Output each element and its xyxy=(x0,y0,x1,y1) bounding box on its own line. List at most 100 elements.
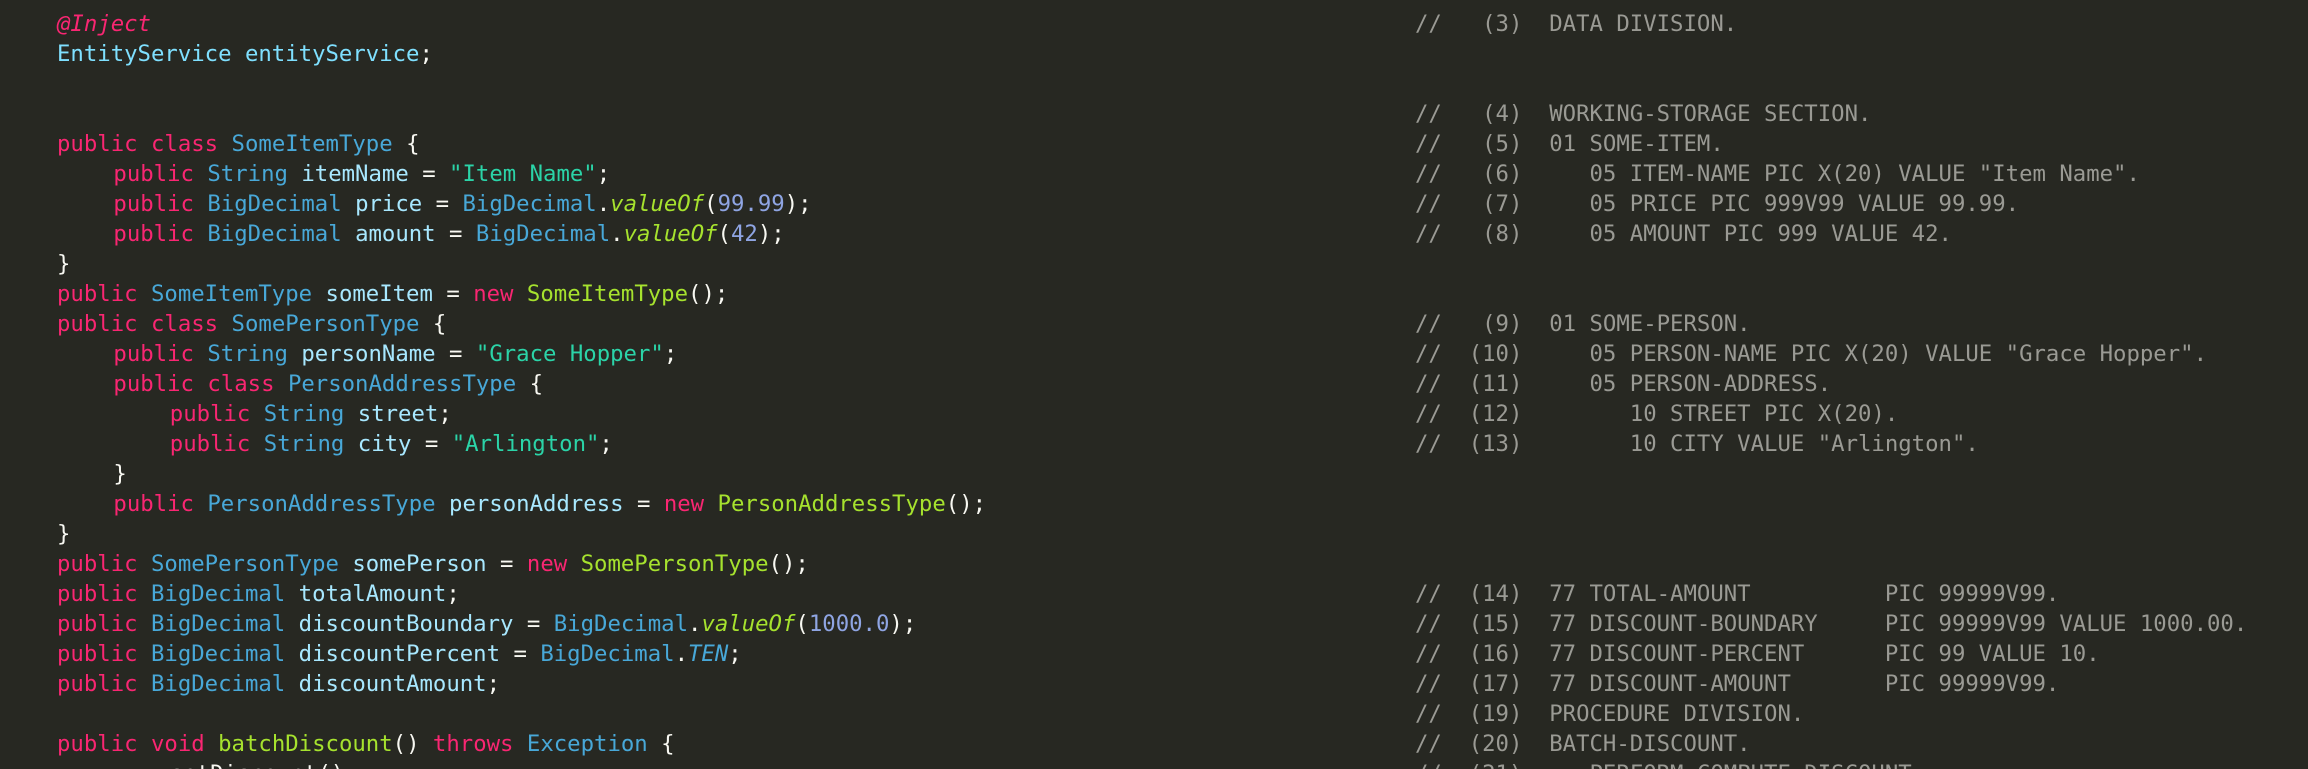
code-token: public xyxy=(113,161,194,187)
code-token: discountAmount xyxy=(298,671,487,697)
code-token: String xyxy=(207,341,288,367)
code-token: PersonAddressType xyxy=(207,491,436,517)
code-token: = xyxy=(422,191,463,217)
code-line[interactable]: public BigDecimal amount = BigDecimal.va… xyxy=(113,219,784,249)
cobol-comment-line: // (13) 10 CITY VALUE "Arlington". xyxy=(1415,431,1979,457)
code-token: throws xyxy=(432,731,514,757)
code-line[interactable]: public PersonAddressType personAddress =… xyxy=(113,489,986,519)
cobol-comment-line: // (16) 77 DISCOUNT-PERCENT PIC 99 VALUE… xyxy=(1415,641,2100,667)
code-token: totalAmount xyxy=(298,581,447,607)
code-token: ( xyxy=(795,611,809,637)
cobol-comment-line: // (3) DATA DIVISION. xyxy=(1415,11,1738,37)
code-token: price xyxy=(355,191,423,217)
code-line[interactable]: public String personName = "Grace Hopper… xyxy=(113,339,677,369)
cobol-comment-line: // (20) BATCH-DISCOUNT. xyxy=(1415,731,1751,757)
code-line[interactable]: public class SomePersonType { xyxy=(57,309,446,339)
code-editor[interactable]: @Inject EntityService entityService; publi… xyxy=(0,0,2308,769)
code-token: public xyxy=(57,641,138,667)
code-token: = xyxy=(435,221,476,247)
code-line[interactable]: } xyxy=(113,459,126,489)
code-line[interactable]: @Inject xyxy=(57,9,151,39)
code-token: BigDecimal xyxy=(150,671,286,697)
code-token: BigDecimal xyxy=(540,641,675,667)
code-token: ; xyxy=(596,161,611,187)
code-line[interactable]: public BigDecimal discountPercent = BigD… xyxy=(57,639,742,669)
code-token: public xyxy=(57,611,138,637)
code-token: amount xyxy=(355,221,436,247)
code-token: "Arlington" xyxy=(451,431,600,457)
code-token: BigDecimal xyxy=(462,191,597,217)
code-line[interactable]: public class PersonAddressType { xyxy=(113,369,543,399)
code-token: ; xyxy=(486,671,501,697)
code-token: } xyxy=(57,521,71,547)
code-token: . xyxy=(596,191,611,217)
code-line[interactable]: } xyxy=(57,249,70,279)
code-line[interactable]: public BigDecimal price = BigDecimal.val… xyxy=(113,189,811,219)
code-line[interactable]: EntityService entityService; xyxy=(57,39,433,69)
code-token: valueOf xyxy=(623,221,718,247)
code-token: BigDecimal xyxy=(150,641,286,667)
code-token: BigDecimal xyxy=(553,611,688,637)
cobol-comment-line: // (10) 05 PERSON-NAME PIC X(20) VALUE "… xyxy=(1415,341,2208,367)
cobol-comment-line: // (12) 10 STREET PIC X(20). xyxy=(1415,401,1899,427)
code-line[interactable]: setDiscount(); xyxy=(170,759,358,769)
code-token: public xyxy=(169,401,251,427)
code-token: = xyxy=(623,491,664,517)
code-token: ; xyxy=(728,641,742,667)
code-token: somePerson xyxy=(352,551,487,577)
cobol-comment-line: // (17) 77 DISCOUNT-AMOUNT PIC 99999V99. xyxy=(1415,671,2060,697)
code-line[interactable]: public BigDecimal discountBoundary = Big… xyxy=(57,609,916,639)
cobol-comment-line: // (14) 77 TOTAL-AMOUNT PIC 99999V99. xyxy=(1415,581,2060,607)
code-token: "Item Name" xyxy=(449,161,597,187)
code-token: SomePersonType xyxy=(231,311,420,337)
code-token: public xyxy=(169,431,251,457)
code-line[interactable]: public String street; xyxy=(170,399,452,429)
code-token: ); xyxy=(784,191,812,217)
code-token: itemName xyxy=(301,161,409,187)
code-token: } xyxy=(57,251,71,277)
code-token: class xyxy=(150,131,219,157)
code-token: SomeItemType xyxy=(231,131,393,157)
code-token: ; xyxy=(663,341,678,367)
code-line[interactable]: public class SomeItemType { xyxy=(57,129,420,159)
code-token: (); xyxy=(768,551,809,577)
code-token: public xyxy=(57,731,138,757)
cobol-comment-line: // (8) 05 AMOUNT PIC 999 VALUE 42. xyxy=(1415,221,1952,247)
code-line[interactable]: public BigDecimal totalAmount; xyxy=(57,579,460,609)
code-token: class xyxy=(150,311,219,337)
code-line[interactable]: public SomePersonType somePerson = new S… xyxy=(57,549,809,579)
code-line[interactable]: public BigDecimal discountAmount; xyxy=(57,669,500,699)
code-token: { xyxy=(419,311,447,337)
code-line[interactable]: public String itemName = "Item Name"; xyxy=(113,159,610,189)
code-line[interactable]: public String city = "Arlington"; xyxy=(170,429,613,459)
code-token: ; xyxy=(438,401,452,427)
code-line[interactable]: } xyxy=(57,519,70,549)
cobol-comment-line: // (9) 01 SOME-PERSON. xyxy=(1415,311,1751,337)
code-token: personName xyxy=(301,341,436,367)
code-token: = xyxy=(486,551,527,577)
code-line[interactable]: public SomeItemType someItem = new SomeI… xyxy=(57,279,728,309)
code-token: public xyxy=(57,671,138,697)
code-token: someItem xyxy=(325,281,433,307)
code-token: discountPercent xyxy=(298,641,501,667)
code-token: { xyxy=(392,131,420,157)
code-token: { xyxy=(516,371,544,397)
code-token: ); xyxy=(757,221,785,247)
code-line[interactable]: public void batchDiscount() throws Excep… xyxy=(57,729,675,759)
